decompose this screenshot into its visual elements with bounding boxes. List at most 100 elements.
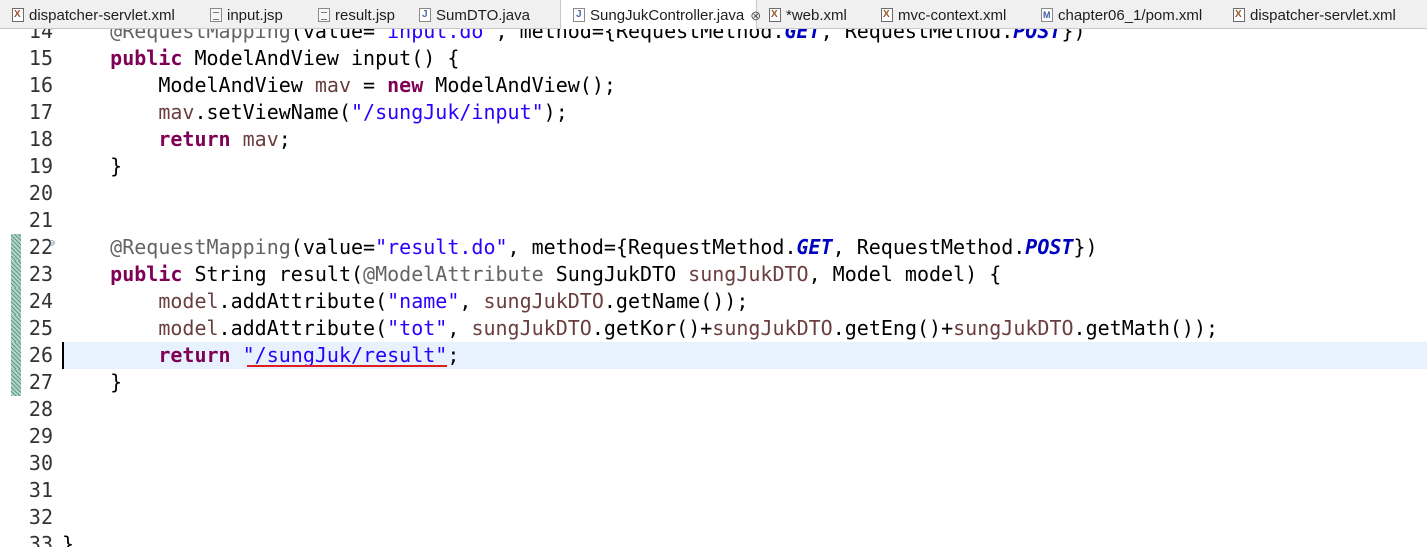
code-token: ; — [278, 127, 291, 151]
code-token: , — [447, 316, 472, 340]
fold-toggle-icon[interactable]: ⊖ — [49, 29, 57, 33]
tab-sumdto-java[interactable]: SumDTO.java — [407, 0, 560, 29]
line-number: 33 — [28, 532, 53, 547]
tab-dispatcher-servlet-xml[interactable]: dispatcher-servlet.xml — [0, 0, 198, 29]
code-token: = — [351, 73, 388, 97]
variable-token: model — [62, 316, 219, 340]
change-marker — [11, 369, 21, 396]
line-number: 31 — [28, 478, 53, 502]
keyword-token: return — [62, 343, 231, 367]
code-line[interactable]: } — [62, 153, 1427, 180]
code-line[interactable]: public String result(@ModelAttribute Sun… — [62, 261, 1427, 288]
code-line[interactable]: } — [62, 369, 1427, 396]
variable-token: mav — [62, 100, 195, 124]
variable-token: sungJukDTO — [953, 316, 1074, 340]
change-marker — [11, 342, 21, 369]
code-editor[interactable]: 14⊖1516171819202122⊖23242526272829303132… — [0, 29, 1427, 547]
code-line[interactable] — [62, 477, 1427, 504]
code-line[interactable]: model.addAttribute("name", sungJukDTO.ge… — [62, 288, 1427, 315]
overview-ruler — [0, 29, 11, 547]
tab-chapter06-1-pom-xml[interactable]: chapter06_1/pom.xml — [1029, 0, 1221, 29]
code-line[interactable]: model.addAttribute("tot", sungJukDTO.get… — [62, 315, 1427, 342]
code-token: (value= — [290, 29, 376, 43]
change-marker — [11, 288, 21, 315]
string-token: "tot" — [387, 316, 448, 340]
jsp-file-icon — [210, 8, 222, 22]
code-line[interactable]: ModelAndView mav = new ModelAndView(); — [62, 72, 1427, 99]
line-number: 28 — [28, 397, 53, 421]
code-token: .getKor()+ — [591, 316, 713, 340]
constant-token: GET — [796, 235, 833, 259]
tab-result-jsp[interactable]: result.jsp — [306, 0, 407, 29]
tab-input-jsp[interactable]: input.jsp — [198, 0, 306, 29]
line-number: 24 — [28, 289, 53, 313]
xml-file-icon — [12, 8, 24, 22]
code-token: , Model model) { — [808, 262, 1002, 286]
xml-file-icon — [1233, 8, 1245, 22]
line-number: 17 — [28, 100, 53, 124]
annotation-token: @RequestMapping — [62, 29, 291, 43]
line-number: 16 — [28, 73, 53, 97]
code-line[interactable]: @RequestMapping(value="input.do", method… — [62, 29, 1427, 45]
variable-token: sungJukDTO — [483, 289, 604, 313]
code-line[interactable]: mav.setViewName("/sungJuk/input"); — [62, 99, 1427, 126]
line-number: 21 — [28, 208, 53, 232]
code-token: SungJukDTO — [543, 262, 689, 286]
code-line[interactable]: return mav; — [62, 126, 1427, 153]
code-line[interactable] — [62, 180, 1427, 207]
line-number: 15 — [28, 46, 53, 70]
constant-token: POST — [1013, 29, 1062, 43]
code-line[interactable] — [62, 450, 1427, 477]
variable-token: model — [62, 289, 219, 313]
code-token: ); — [543, 100, 568, 124]
code-line[interactable] — [62, 504, 1427, 531]
code-token: , — [459, 289, 484, 313]
variable-token: mav — [314, 73, 351, 97]
code-token: , RequestMethod. — [820, 29, 1014, 43]
variable-token: mav — [242, 127, 279, 151]
line-number: 18 — [28, 127, 53, 151]
change-marker — [11, 234, 21, 261]
code-line[interactable] — [62, 423, 1427, 450]
code-line[interactable] — [62, 207, 1427, 234]
text-caret — [62, 342, 64, 369]
code-line[interactable]: @RequestMapping(value="result.do", metho… — [62, 234, 1427, 261]
line-number: 30 — [28, 451, 53, 475]
code-line[interactable]: public ModelAndView input() { — [62, 45, 1427, 72]
code-token: } — [62, 370, 123, 394]
xml-file-icon — [769, 8, 781, 22]
keyword-token: return — [62, 127, 231, 151]
java-file-icon — [573, 8, 585, 22]
change-marker — [11, 315, 21, 342]
keyword-token: new — [387, 73, 424, 97]
line-number: 29 — [28, 424, 53, 448]
tab-web-xml[interactable]: *web.xml — [757, 0, 869, 29]
code-area[interactable]: @RequestMapping(value="input.do", method… — [62, 29, 1427, 547]
constant-token: POST — [1025, 235, 1074, 259]
tab-mvc-context-xml[interactable]: mvc-context.xml — [869, 0, 1029, 29]
code-token: } — [62, 532, 75, 547]
code-token: (value= — [290, 235, 376, 259]
tab-sungjukcontroller-java[interactable]: SungJukController.java⊗ — [560, 0, 761, 30]
java-file-icon — [419, 8, 431, 22]
code-token: ; — [447, 343, 460, 367]
line-number: 20 — [28, 181, 53, 205]
string-token: "/sungJuk/input" — [351, 100, 544, 124]
tab-label: chapter06_1/pom.xml — [1058, 7, 1203, 24]
tab-label: SungJukController.java — [590, 7, 745, 24]
code-token: }) — [1061, 29, 1086, 43]
tab-label: *web.xml — [786, 7, 847, 24]
code-line[interactable] — [62, 396, 1427, 423]
string-token: "name" — [387, 289, 460, 313]
code-token: ModelAndView — [62, 73, 315, 97]
line-number: 26 — [28, 343, 53, 367]
fold-toggle-icon[interactable]: ⊖ — [49, 239, 57, 249]
code-line[interactable]: } — [62, 531, 1427, 547]
code-token: ModelAndView input() { — [182, 46, 460, 70]
line-number: 32 — [28, 505, 53, 529]
editor-tab-bar: dispatcher-servlet.xml input.jsp result.js… — [0, 0, 1427, 30]
tab-dispatcher-servlet-xml[interactable]: dispatcher-servlet.xml — [1221, 0, 1411, 29]
code-token: ModelAndView(); — [423, 73, 616, 97]
